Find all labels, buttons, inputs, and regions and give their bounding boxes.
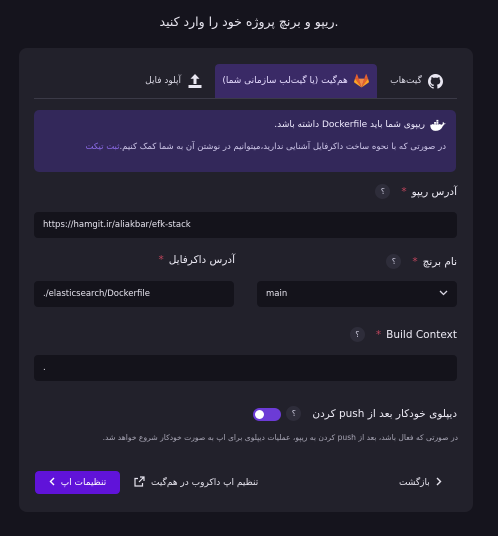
upload-icon (187, 73, 203, 89)
required-mark: * (158, 254, 164, 266)
app-settings-button[interactable]: تنظیمات اپ (35, 471, 120, 494)
chevron-down-icon (439, 289, 448, 299)
repo-help-icon[interactable]: ؟ (375, 184, 391, 199)
app-settings-label: تنظیمات اپ (60, 477, 107, 488)
webhook-setup-link[interactable]: تنظیم اپ داکروب در هم‌گیت (134, 471, 258, 494)
tab-hamgit[interactable]: هم‌گیت (یا گیت‌لب سازمانی شما) (215, 64, 377, 98)
context-help-icon[interactable]: ؟ (349, 327, 365, 342)
repo-card: گیت‌هاب هم‌گیت (یا گیت‌لب سازمانی شما) آ… (19, 48, 473, 512)
auto-deploy-note: در صورتی که فعال باشد، بعد از push کردن … (102, 433, 458, 442)
tab-upload[interactable]: آپلود فایل (133, 64, 215, 98)
auto-deploy-label-text: دیپلوی خودکار بعد از push کردن (312, 407, 457, 420)
alert-body: در صورتی که با نحوه ساخت داکرفایل آشنایی… (119, 142, 446, 152)
docker-icon (430, 117, 446, 133)
tab-github-label: گیت‌هاب (390, 76, 422, 86)
auto-deploy-label: دیپلوی خودکار بعد از push کردن ؟ (286, 406, 457, 421)
repo-url-input[interactable]: https://hamgit.ir/aliakbar/efk-stack (34, 212, 457, 238)
alert-title: ریپوی شما باید Dockerfile داشته باشد. (274, 120, 425, 130)
branch-select-value: main (266, 289, 288, 299)
dockerfile-input[interactable]: ./elasticsearch/Dockerfile (34, 281, 234, 307)
github-icon (428, 73, 444, 89)
branch-label-text: نام برنچ (422, 255, 457, 268)
context-label: Build Context * ؟ (349, 327, 457, 342)
tab-github[interactable]: گیت‌هاب (377, 64, 457, 98)
page-heading: ریپو و برنچ پروژه خود را وارد کنید. (159, 14, 339, 29)
gitlab-icon (354, 73, 370, 89)
ticket-link[interactable]: ثبت تیکت (86, 142, 120, 152)
required-mark: * (401, 185, 407, 198)
required-mark: * (412, 255, 418, 268)
external-link-icon (134, 475, 145, 490)
repo-label: آدرس ریپو * ؟ (375, 184, 457, 199)
branch-help-icon[interactable]: ؟ (386, 254, 402, 269)
repo-label-text: آدرس ریپو (411, 185, 457, 198)
back-label: بازگشت (399, 477, 430, 488)
auto-deploy-help-icon[interactable]: ؟ (286, 406, 302, 421)
chevron-left-icon (49, 477, 55, 489)
auto-deploy-toggle[interactable] (253, 408, 281, 421)
build-context-input[interactable]: . (34, 355, 457, 381)
dockerfile-label-text: آدرس داکرفایل (168, 254, 235, 266)
dockerfile-alert: ریپوی شما باید Dockerfile داشته باشد. در… (34, 110, 456, 172)
context-label-text: Build Context (386, 328, 457, 341)
required-mark: * (375, 328, 382, 341)
back-button[interactable]: بازگشت (399, 471, 442, 494)
webhook-setup-label: تنظیم اپ داکروب در هم‌گیت (151, 477, 259, 488)
branch-label: نام برنچ * ؟ (386, 254, 457, 269)
tab-hamgit-label: هم‌گیت (یا گیت‌لب سازمانی شما) (222, 76, 348, 86)
branch-select[interactable]: main (257, 281, 457, 307)
tab-upload-label: آپلود فایل (145, 76, 181, 86)
chevron-right-icon (436, 477, 442, 489)
dockerfile-label: آدرس داکرفایل * (158, 254, 235, 266)
source-tabs: گیت‌هاب هم‌گیت (یا گیت‌لب سازمانی شما) آ… (34, 64, 457, 99)
toggle-knob (255, 410, 264, 419)
